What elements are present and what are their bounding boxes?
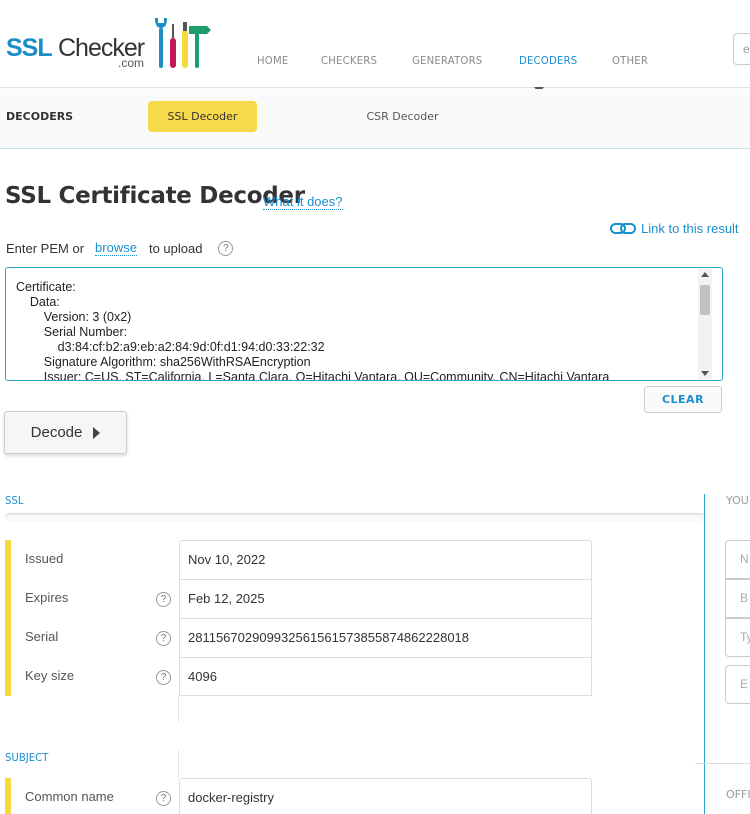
row-value: Nov 10, 2022 [179, 540, 592, 579]
help-icon[interactable]: ? [156, 791, 171, 806]
chain-link-icon [610, 223, 636, 234]
scroll-up-icon[interactable] [701, 272, 709, 277]
tab-csr-decoder[interactable]: CSR Decoder [345, 101, 460, 132]
logo-ssl-text: SSL [6, 34, 53, 62]
tools-icon [155, 18, 211, 68]
decoders-subnav: DECODERS SSL Decoder CSR Decoder [0, 89, 750, 149]
subnav-title: DECODERS [6, 110, 74, 123]
pem-textarea[interactable]: Certificate: Data: Version: 3 (0x2) Seri… [5, 267, 723, 381]
link-to-result-label: Link to this result [641, 221, 739, 236]
site-header: SSL Checker .com HOME CHECKERS GENERATOR… [0, 0, 750, 93]
tab-ssl-decoder[interactable]: SSL Decoder [148, 101, 257, 132]
column-divider [704, 494, 705, 814]
table-row: Key size? 4096 [5, 657, 592, 696]
scroll-thumb[interactable] [700, 285, 710, 315]
table-row: Serial? 28115670290993256156157385587486… [5, 618, 592, 657]
help-icon[interactable]: ? [156, 670, 171, 685]
site-logo[interactable]: SSL Checker .com [6, 16, 216, 72]
main-nav: HOME CHECKERS GENERATORS DECODERS OTHER [257, 54, 681, 67]
row-label: Serial? [5, 618, 179, 657]
pem-prefix-text: Enter PEM or [6, 240, 85, 256]
help-icon[interactable]: ? [156, 631, 171, 646]
clear-button[interactable]: CLEAR [644, 386, 722, 413]
pem-textarea-content: Certificate: Data: Version: 3 (0x2) Seri… [16, 280, 610, 381]
type-field[interactable]: Ty [725, 618, 750, 657]
nav-decoders[interactable]: DECODERS [519, 54, 577, 67]
help-icon[interactable]: ? [156, 592, 171, 607]
row-value: 4096 [179, 657, 592, 696]
label-column-line [178, 696, 179, 722]
page-title: SSL Certificate Decoder [5, 183, 305, 209]
row-value: docker-registry [179, 778, 592, 814]
row-value: 281156702909932561561573855874862228018 [179, 618, 592, 657]
row-label: Issued [5, 540, 179, 579]
pem-scrollbar[interactable] [698, 269, 712, 379]
help-icon[interactable]: ? [218, 240, 234, 256]
logo-dotcom-text: .com [118, 56, 145, 70]
nav-generators[interactable]: GENERATORS [412, 54, 482, 67]
right-panel-title: YOU [726, 494, 749, 507]
search-input[interactable]: e [733, 33, 750, 65]
nav-home[interactable]: HOME [257, 54, 288, 67]
label-column-line [178, 750, 179, 778]
row-value: Feb 12, 2025 [179, 579, 592, 618]
pem-suffix-text: to upload [148, 240, 203, 256]
row-label: Key size? [5, 657, 179, 696]
nav-checkers[interactable]: CHECKERS [321, 54, 377, 67]
section-divider [5, 513, 705, 521]
section-ssl-label: SSL [5, 494, 24, 507]
decode-button-label: Decode [30, 424, 83, 441]
right-panel-divider [695, 763, 750, 764]
scroll-down-icon[interactable] [701, 371, 709, 376]
table-row: Common name? docker-registry [5, 778, 592, 814]
browse-link[interactable]: browse [95, 240, 137, 256]
decode-button[interactable]: Decode [4, 411, 127, 454]
play-arrow-icon [93, 426, 101, 439]
name-field[interactable]: N [725, 540, 750, 579]
what-it-does-link[interactable]: What it does? [263, 194, 343, 210]
section-subject-label: SUBJECT [5, 751, 49, 764]
pem-input-instructions: Enter PEM or browse to upload ? [6, 240, 234, 256]
row-label: Expires? [5, 579, 179, 618]
email-field[interactable]: E [725, 665, 750, 704]
link-to-result[interactable]: Link to this result [610, 221, 739, 236]
right-panel-section-label: OFFI [726, 788, 750, 801]
table-row: Expires? Feb 12, 2025 [5, 579, 592, 618]
row-label: Common name? [5, 778, 179, 814]
table-row: Issued Nov 10, 2022 [5, 540, 592, 579]
nav-other[interactable]: OTHER [612, 54, 648, 67]
business-field[interactable]: B [725, 579, 750, 618]
